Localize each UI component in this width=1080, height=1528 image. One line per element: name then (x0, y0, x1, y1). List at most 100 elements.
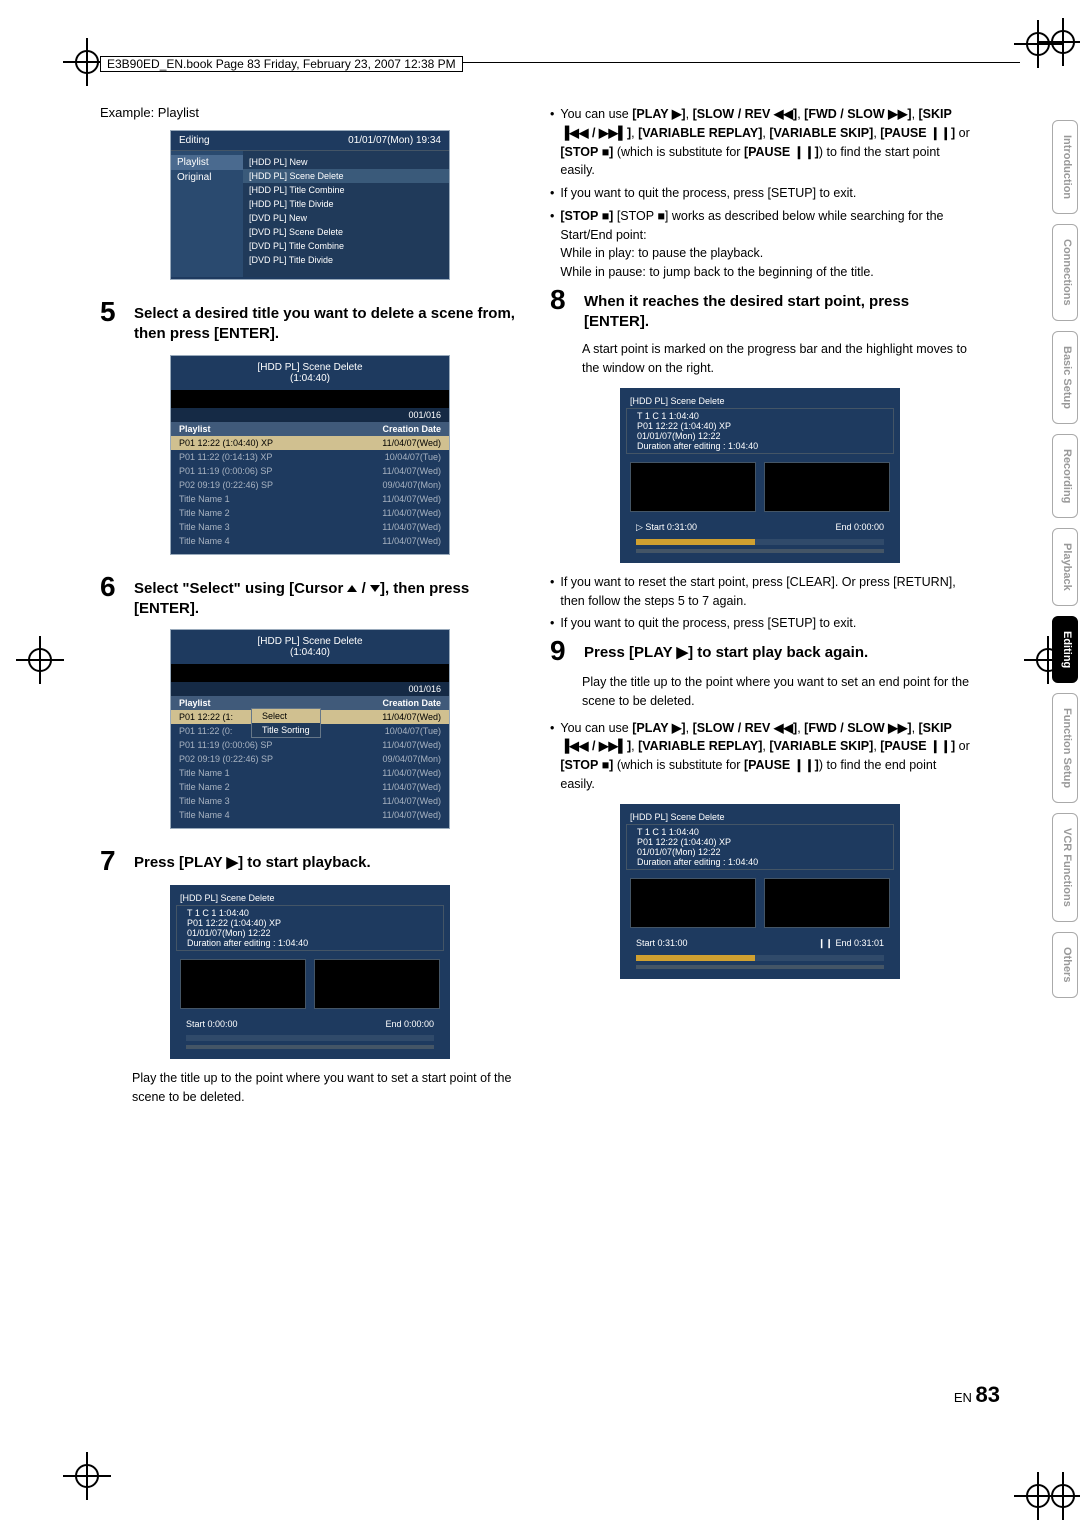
osd-line: 01/01/07(Mon) 12:22 (637, 431, 883, 441)
chapter-tabs: Introduction Connections Basic Setup Rec… (1052, 120, 1078, 998)
osd-title: [HDD PL] Scene Delete (626, 394, 894, 408)
osd-line: 01/01/07(Mon) 12:22 (187, 928, 433, 938)
osd-right-item: [DVD PL] Title Combine (249, 239, 443, 253)
start-time: Start 0:31:00 (636, 938, 688, 949)
osd-count: 001/016 (171, 682, 449, 696)
osd-right-item: [DVD PL] New (249, 211, 443, 225)
osd-title: [HDD PL] Scene Delete (626, 810, 894, 824)
list-item: Title Name 111/04/07(Wed) (171, 766, 449, 780)
osd-right-item: [DVD PL] Scene Delete (249, 225, 443, 239)
reg-mark-icon (1026, 32, 1050, 56)
step-6-text: Select "Select" using [Cursor / ], then … (134, 573, 520, 620)
tab-recording[interactable]: Recording (1052, 434, 1078, 518)
osd-line: P01 12:22 (1:04:40) XP (637, 421, 883, 431)
osd-line: P01 12:22 (1:04:40) XP (637, 837, 883, 847)
page-number: EN 83 (954, 1382, 1000, 1408)
tab-vcr-functions[interactable]: VCR Functions (1052, 813, 1078, 922)
cursor-down-icon (370, 585, 380, 592)
step-5-number: 5 (100, 298, 126, 345)
list-item: P02 09:19 (0:22:46) SP09/04/07(Mon) (171, 752, 449, 766)
reg-mark-icon (28, 648, 52, 672)
tab-introduction[interactable]: Introduction (1052, 120, 1078, 214)
popup-sort: Title Sorting (252, 723, 320, 737)
osd-title: [HDD PL] Scene Delete (181, 362, 439, 373)
osd-right-item: [DVD PL] Title Divide (249, 253, 443, 267)
step-7-number: 7 (100, 847, 126, 875)
osd-duration: (1:04:40) (181, 647, 439, 658)
bullet-play-keys-end: • You can use [PLAY ▶], [SLOW / REV ◀◀],… (550, 719, 970, 794)
popup-select: Select (252, 709, 320, 723)
bullet-stop-desc: • [STOP ■] [STOP ■] works as described b… (550, 207, 970, 282)
start-time: ▷ Start 0:31:00 (636, 522, 697, 533)
example-label: Example: Playlist (100, 105, 520, 120)
tab-function-setup[interactable]: Function Setup (1052, 693, 1078, 803)
step-8-desc: A start point is marked on the progress … (582, 340, 970, 378)
tab-others[interactable]: Others (1052, 932, 1078, 997)
osd-progress-1: [HDD PL] Scene Delete T 1 C 1 1:04:40 P0… (170, 885, 450, 1059)
osd-left-item: Original (177, 170, 237, 185)
end-time: End 0:00:00 (835, 522, 884, 533)
list-item: Title Name 211/04/07(Wed) (171, 506, 449, 520)
step-8-text: When it reaches the desired start point,… (584, 286, 970, 333)
osd-count: 001/016 (171, 408, 449, 422)
osd-line: 01/01/07(Mon) 12:22 (637, 847, 883, 857)
osd-editing-datetime: 01/01/07(Mon) 19:34 (348, 135, 441, 146)
osd-left-item: Playlist (171, 155, 243, 170)
osd-scene-delete-1: [HDD PL] Scene Delete (1:04:40) 001/016 … (170, 355, 450, 555)
bullet-reset-clear: •If you want to reset the start point, p… (550, 573, 970, 611)
list-item: P01 11:19 (0:00:06) SP11/04/07(Wed) (171, 464, 449, 478)
step-7-text: Press [PLAY ▶] to start playback. (134, 847, 520, 875)
bullet-quit-setup-2: •If you want to quit the process, press … (550, 614, 970, 633)
reg-mark-icon (1051, 30, 1075, 54)
list-item: P02 09:19 (0:22:46) SP09/04/07(Mon) (171, 478, 449, 492)
osd-scene-delete-2: [HDD PL] Scene Delete (1:04:40) 001/016 … (170, 629, 450, 829)
step-9-number: 9 (550, 637, 576, 665)
osd-line: Duration after editing : 1:04:40 (187, 938, 433, 948)
bullet-quit-setup: •If you want to quit the process, press … (550, 184, 970, 203)
list-item: Title Name 311/04/07(Wed) (171, 520, 449, 534)
col-playlist: Playlist (179, 424, 382, 434)
osd-duration: (1:04:40) (181, 373, 439, 384)
step-8-number: 8 (550, 286, 576, 333)
tab-editing[interactable]: Editing (1052, 616, 1078, 683)
list-item: Title Name 111/04/07(Wed) (171, 492, 449, 506)
col-playlist: Playlist (179, 698, 382, 708)
bullet-play-keys: • You can use [PLAY ▶], [SLOW / REV ◀◀],… (550, 105, 970, 180)
step-6-number: 6 (100, 573, 126, 620)
osd-line: T 1 C 1 1:04:40 (187, 908, 433, 918)
osd-right-item: [HDD PL] New (249, 155, 443, 169)
col-date: Creation Date (382, 424, 441, 434)
osd-progress-3: [HDD PL] Scene Delete T 1 C 1 1:04:40 P0… (620, 804, 900, 979)
osd-progress-2: [HDD PL] Scene Delete T 1 C 1 1:04:40 P0… (620, 388, 900, 563)
list-item: Title Name 211/04/07(Wed) (171, 780, 449, 794)
osd-title: [HDD PL] Scene Delete (176, 891, 444, 905)
list-item: P01 11:22 (0:14:13) XP10/04/07(Tue) (171, 450, 449, 464)
book-header: E3B90ED_EN.book Page 83 Friday, February… (100, 56, 463, 72)
step-9-text: Press [PLAY ▶] to start play back again. (584, 637, 970, 665)
list-item: Title Name 411/04/07(Wed) (171, 534, 449, 548)
tab-playback[interactable]: Playback (1052, 528, 1078, 606)
tab-connections[interactable]: Connections (1052, 224, 1078, 321)
list-item: Title Name 311/04/07(Wed) (171, 794, 449, 808)
list-item: Title Name 411/04/07(Wed) (171, 808, 449, 822)
list-item: P01 11:19 (0:00:06) SP11/04/07(Wed) (171, 738, 449, 752)
reg-mark-icon (75, 1464, 99, 1488)
end-time: ❙❙ End 0:31:01 (818, 938, 884, 949)
step-5-text: Select a desired title you want to delet… (134, 298, 520, 345)
col-date: Creation Date (382, 698, 441, 708)
end-time: End 0:00:00 (385, 1019, 434, 1029)
tab-basic-setup[interactable]: Basic Setup (1052, 331, 1078, 424)
step-7-desc: Play the title up to the point where you… (132, 1069, 520, 1107)
osd-right-item: [HDD PL] Scene Delete (243, 169, 449, 183)
osd-line: P01 12:22 (1:04:40) XP (187, 918, 433, 928)
osd-editing-title: Editing (179, 135, 210, 146)
reg-mark-icon (1026, 1484, 1050, 1508)
osd-line: Duration after editing : 1:04:40 (637, 441, 883, 451)
osd-title: [HDD PL] Scene Delete (181, 636, 439, 647)
osd-line: T 1 C 1 1:04:40 (637, 827, 883, 837)
osd-right-item: [HDD PL] Title Combine (249, 183, 443, 197)
list-item: P01 12:22 (1:04:40) XP11/04/07(Wed) (171, 436, 449, 450)
osd-right-item: [HDD PL] Title Divide (249, 197, 443, 211)
cursor-up-icon (347, 585, 357, 592)
osd-line: T 1 C 1 1:04:40 (637, 411, 883, 421)
